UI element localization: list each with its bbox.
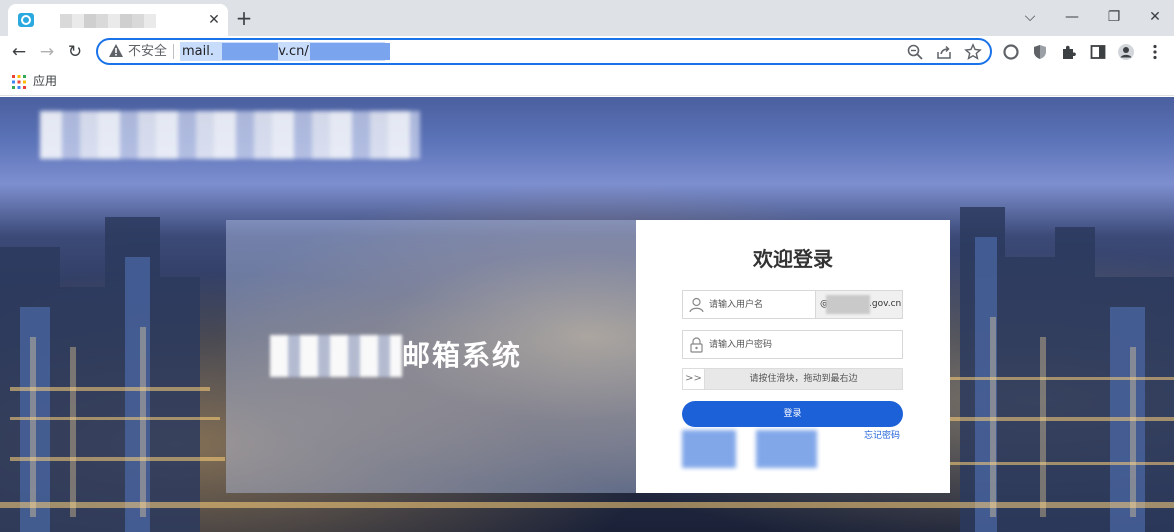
slider-hint: 请按住滑块，拖动到最右边: [749, 374, 858, 384]
tab-close-icon[interactable]: ✕: [206, 12, 222, 28]
password-field[interactable]: [682, 330, 903, 359]
hero-title-redacted: [270, 335, 402, 377]
email-domain-suffix: @ .gov.cn: [816, 290, 903, 319]
share-icon[interactable]: [935, 43, 953, 61]
apps-bookmark-label[interactable]: 应用: [33, 73, 57, 89]
bookmark-star-icon[interactable]: [964, 43, 982, 61]
domain-suffix: .gov.cn: [869, 299, 902, 309]
hero-banner: 邮箱系统: [226, 220, 636, 493]
url-redacted-1: [222, 43, 278, 60]
not-secure-label[interactable]: 不安全: [128, 43, 167, 60]
slider-handle[interactable]: >>: [683, 369, 705, 389]
forward-button[interactable]: →: [36, 41, 58, 63]
username-input[interactable]: [709, 295, 809, 314]
lock-icon: [690, 337, 703, 353]
address-bar[interactable]: 不安全 mail. gov.cn/: [96, 38, 992, 65]
site-favicon-icon: [18, 13, 34, 27]
restore-button[interactable]: ❐: [1104, 8, 1124, 26]
window-close-button[interactable]: ✕: [1145, 8, 1165, 26]
url-redacted-2: [310, 43, 390, 60]
new-tab-button[interactable]: +: [234, 8, 254, 28]
back-button[interactable]: ←: [8, 41, 30, 63]
login-page: 邮箱系统 欢迎登录 @.gov.cn >> 请按住滑块，拖动到最右边: [0, 97, 1174, 532]
user-icon: [689, 297, 704, 313]
password-input[interactable]: [709, 335, 889, 354]
tab-search-dropdown-icon[interactable]: ⌵: [1020, 8, 1040, 26]
browser-toolbar: ← → ↻ 不安全 mail. gov.cn/: [0, 36, 1174, 68]
login-button[interactable]: 登录: [682, 401, 903, 427]
minimize-button[interactable]: —: [1062, 8, 1082, 26]
username-field[interactable]: [682, 290, 816, 319]
login-panel: 欢迎登录 @.gov.cn >> 请按住滑块，拖动到最右边 登录: [636, 220, 950, 493]
slide-captcha: >> 请按住滑块，拖动到最右边: [682, 368, 903, 390]
bookmarks-bar: 应用: [0, 68, 1174, 96]
menu-icon[interactable]: [1146, 43, 1164, 61]
tab-title-redacted: [60, 14, 156, 28]
extra-links-redacted: [682, 430, 817, 468]
hero-title: 邮箱系统: [402, 339, 523, 372]
login-title: 欢迎登录: [753, 247, 833, 271]
extension-circle-icon[interactable]: [1002, 43, 1020, 61]
forgot-password-link[interactable]: 忘记密码: [864, 430, 900, 442]
side-panel-icon[interactable]: [1089, 43, 1107, 61]
warning-triangle-icon[interactable]: [108, 43, 124, 59]
zoom-icon[interactable]: [906, 43, 924, 61]
tab-strip: ✕ + ⌵ — ❐ ✕: [0, 0, 1174, 36]
shield-extension-icon[interactable]: [1031, 43, 1049, 61]
address-separator: [173, 44, 174, 59]
site-header-logo-redacted: [40, 111, 420, 159]
reload-button[interactable]: ↻: [64, 41, 86, 63]
url-start: mail.: [182, 44, 214, 59]
profile-icon[interactable]: [1117, 43, 1135, 61]
apps-grid-icon[interactable]: [12, 75, 26, 89]
domain-redacted: [826, 295, 870, 314]
puzzle-icon[interactable]: [1060, 43, 1078, 61]
browser-tab[interactable]: ✕: [8, 4, 228, 36]
